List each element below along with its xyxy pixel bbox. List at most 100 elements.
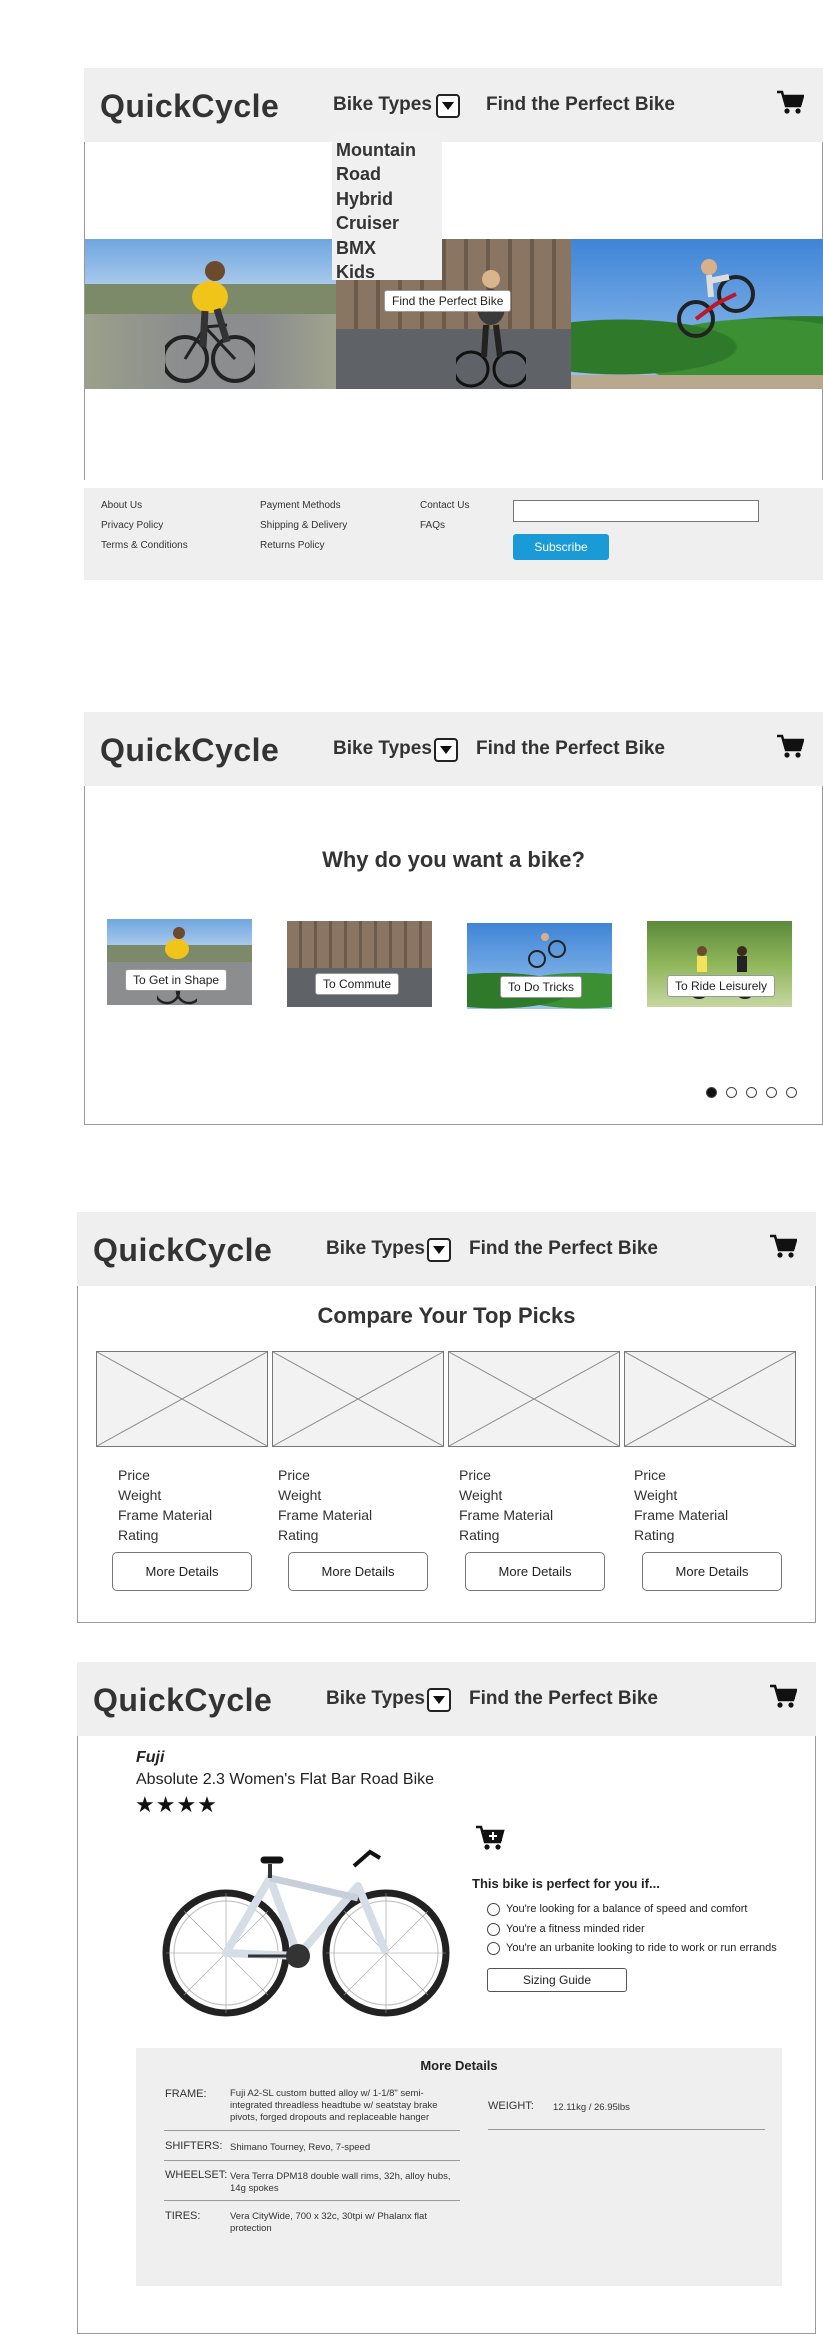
spec-rating: Rating <box>459 1527 500 1543</box>
option-commute-button[interactable]: To Commute <box>315 973 400 995</box>
more-details-button-2[interactable]: More Details <box>288 1552 428 1591</box>
spec-rating: Rating <box>278 1527 319 1543</box>
add-to-cart-icon[interactable] <box>475 1823 505 1851</box>
reason-radio-2[interactable] <box>487 1923 500 1936</box>
dropdown-item-bmx[interactable]: BMX <box>336 238 376 259</box>
home-wireframe: QuickCycle Bike Types Find the Perfect B… <box>84 68 823 580</box>
compare-specs-4: Price Weight Frame Material Rating <box>634 1465 728 1545</box>
spec-label-wheelset: WHEELSET: <box>165 2169 228 2181</box>
option-do-tricks-button[interactable]: To Do Tricks <box>500 976 583 998</box>
site-header: QuickCycle Bike Types Find the Perfect B… <box>84 68 823 142</box>
more-details-button-3[interactable]: More Details <box>465 1552 605 1591</box>
nav-find-perfect-bike[interactable]: Find the Perfect Bike <box>486 94 675 116</box>
more-details-button-4[interactable]: More Details <box>642 1552 782 1591</box>
spec-price: Price <box>118 1467 150 1483</box>
carousel-dot-1[interactable] <box>706 1087 717 1098</box>
site-header: QuickCycle Bike Types Find the Perfect B… <box>84 712 823 786</box>
dropdown-item-hybrid[interactable]: Hybrid <box>336 189 393 210</box>
logo[interactable]: QuickCycle <box>100 88 279 125</box>
newsletter-email-input[interactable] <box>513 500 759 522</box>
footer-link-terms[interactable]: Terms & Conditions <box>101 540 188 551</box>
logo[interactable]: QuickCycle <box>100 732 279 769</box>
product-image-placeholder-3 <box>448 1351 620 1447</box>
spec-weight: Weight <box>634 1487 678 1503</box>
spec-value-shifters: Shimano Tourney, Revo, 7-speed <box>230 2142 371 2153</box>
subscribe-button[interactable]: Subscribe <box>513 534 609 560</box>
dropdown-item-mountain[interactable]: Mountain <box>336 140 416 161</box>
reason-label-3: You're an urbanite looking to ride to wo… <box>506 1942 777 1954</box>
option-ride-leisurely-button[interactable]: To Ride Leisurely <box>667 975 776 997</box>
compare-wireframe: QuickCycle Bike Types Find the Perfect B… <box>77 1212 816 1623</box>
logo[interactable]: QuickCycle <box>93 1232 272 1269</box>
chevron-down-icon[interactable] <box>427 1238 451 1262</box>
find-perfect-bike-button[interactable]: Find the Perfect Bike <box>384 290 512 312</box>
logo[interactable]: QuickCycle <box>93 1682 272 1719</box>
spec-label-frame: FRAME: <box>165 2088 207 2100</box>
option-get-in-shape-button[interactable]: To Get in Shape <box>125 969 228 991</box>
spec-weight: Weight <box>278 1487 322 1503</box>
divider <box>164 2160 460 2161</box>
spec-price: Price <box>459 1467 491 1483</box>
hero-photo-road-cyclist <box>85 239 336 389</box>
dropdown-item-kids[interactable]: Kids <box>336 262 375 283</box>
spec-rating: Rating <box>634 1527 675 1543</box>
carousel-dot-2[interactable] <box>726 1087 737 1098</box>
nav-bike-types[interactable]: Bike Types <box>333 94 432 116</box>
cart-icon[interactable] <box>769 1684 797 1710</box>
carousel-dot-4[interactable] <box>766 1087 777 1098</box>
divider <box>164 2200 460 2201</box>
site-header: QuickCycle Bike Types Find the Perfect B… <box>77 1662 816 1736</box>
spec-weight: Weight <box>459 1487 503 1503</box>
compare-title: Compare Your Top Picks <box>317 1303 576 1328</box>
reason-radio-1[interactable] <box>487 1903 500 1916</box>
footer-link-shipping[interactable]: Shipping & Delivery <box>260 520 347 531</box>
sizing-guide-button[interactable]: Sizing Guide <box>487 1968 627 1992</box>
hero-photo-bmx <box>571 239 823 389</box>
footer-link-payment[interactable]: Payment Methods <box>260 500 341 511</box>
carousel-dot-3[interactable] <box>746 1087 757 1098</box>
chevron-down-icon[interactable] <box>434 738 458 762</box>
site-footer: About Us Privacy Policy Terms & Conditio… <box>84 488 823 580</box>
option-photo-shape[interactable] <box>107 919 252 1005</box>
spec-value-weight: 12.11kg / 26.95lbs <box>553 2102 630 2113</box>
reason-label-2: You're a fitness minded rider <box>506 1923 645 1935</box>
spec-value-frame: Fuji A2-SL custom butted alloy w/ 1-1/8"… <box>230 2088 438 2123</box>
nav-bike-types[interactable]: Bike Types <box>333 738 432 760</box>
compare-specs-2: Price Weight Frame Material Rating <box>278 1465 372 1545</box>
bike-types-dropdown: Mountain Road Hybrid Cruiser BMX Kids <box>332 134 442 283</box>
spec-value-tires: Vera CityWide, 700 x 32c, 30tpi w/ Phala… <box>230 2211 427 2234</box>
divider <box>488 2129 765 2130</box>
more-details-title: More Details <box>420 2058 498 2073</box>
cart-icon[interactable] <box>776 90 804 116</box>
cart-icon[interactable] <box>769 1234 797 1260</box>
spec-rating: Rating <box>118 1527 159 1543</box>
footer-link-faqs[interactable]: FAQs <box>420 520 445 531</box>
footer-link-about[interactable]: About Us <box>101 500 142 511</box>
spec-label-tires: TIRES: <box>165 2210 201 2222</box>
nav-bike-types[interactable]: Bike Types <box>326 1238 425 1260</box>
nav-find-perfect-bike[interactable]: Find the Perfect Bike <box>469 1688 658 1710</box>
spec-label-weight: WEIGHT: <box>488 2100 534 2112</box>
more-details-button-1[interactable]: More Details <box>112 1552 252 1591</box>
cart-icon[interactable] <box>776 734 804 760</box>
footer-link-privacy[interactable]: Privacy Policy <box>101 520 163 531</box>
reason-radio-3[interactable] <box>487 1942 500 1955</box>
dropdown-item-cruiser[interactable]: Cruiser <box>336 213 399 234</box>
site-header: QuickCycle Bike Types Find the Perfect B… <box>77 1212 816 1286</box>
footer-link-returns[interactable]: Returns Policy <box>260 540 324 551</box>
product-name: Absolute 2.3 Women's Flat Bar Road Bike <box>136 1771 435 1788</box>
dropdown-item-road[interactable]: Road <box>336 164 381 185</box>
spec-price: Price <box>634 1467 666 1483</box>
footer-link-contact[interactable]: Contact Us <box>420 500 469 511</box>
nav-find-perfect-bike[interactable]: Find the Perfect Bike <box>476 738 665 760</box>
product-bike-image <box>162 1849 450 2017</box>
spec-frame-material: Frame Material <box>278 1507 373 1523</box>
nav-bike-types[interactable]: Bike Types <box>326 1688 425 1710</box>
spec-price: Price <box>278 1467 310 1483</box>
chevron-down-icon[interactable] <box>436 94 460 118</box>
perfect-for-title: This bike is perfect for you if... <box>472 1876 660 1891</box>
nav-find-perfect-bike[interactable]: Find the Perfect Bike <box>469 1238 658 1260</box>
chevron-down-icon[interactable] <box>427 1688 451 1712</box>
carousel-dot-5[interactable] <box>786 1087 797 1098</box>
product-image-placeholder-1 <box>96 1351 268 1447</box>
